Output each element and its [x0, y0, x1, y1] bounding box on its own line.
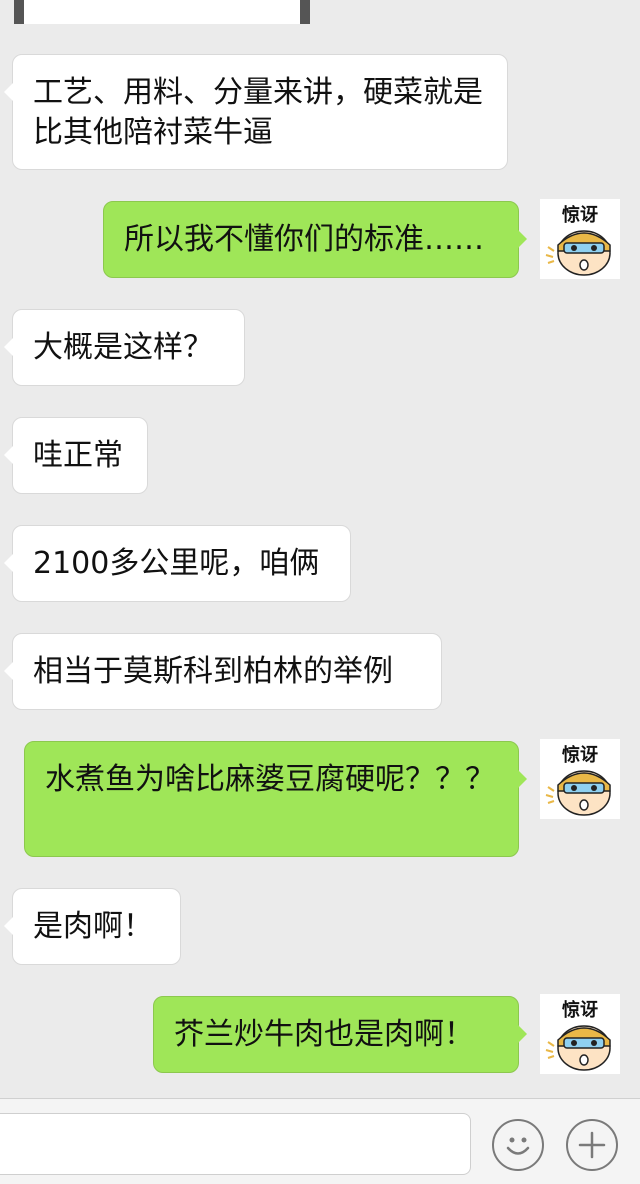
emoji-face-icon [506, 1137, 530, 1155]
avatar-caption: 惊讶 [562, 205, 598, 226]
user-avatar[interactable]: 惊讶 [540, 994, 620, 1074]
message-text: 是肉啊！ [33, 908, 153, 944]
emoji-button[interactable] [492, 1119, 544, 1171]
user-avatar[interactable]: 惊讶 [540, 199, 620, 279]
avatar-caption: 惊讶 [562, 745, 598, 766]
message-bubble-received[interactable]: 是肉啊！ [4, 888, 181, 965]
message-text: 哇正常 [33, 437, 123, 473]
input-bar [0, 1098, 640, 1184]
message-text: 大概是这样？ [33, 329, 213, 365]
add-button[interactable] [566, 1119, 618, 1171]
message-bubble-sent[interactable]: 芥兰炒牛肉也是肉啊！ [153, 996, 527, 1073]
message-text: 所以我不懂你们的标准…… [124, 221, 484, 257]
message-bubble-sent[interactable]: 水煮鱼为啥比麻婆豆腐硬呢？？？ [24, 741, 527, 857]
message-input[interactable] [0, 1113, 471, 1175]
message-bubble-received[interactable]: 大概是这样？ [4, 309, 245, 386]
cropped-image-message[interactable] [14, 0, 310, 24]
avatar-caption: 惊讶 [562, 1000, 598, 1021]
message-text: 芥兰炒牛肉也是肉啊！ [174, 1016, 474, 1052]
message-bubble-received[interactable]: 相当于莫斯科到柏林的举例 [4, 633, 442, 710]
message-text: 工艺、用料、分量来讲，硬菜就是比其他陪衬菜牛逼 [33, 75, 483, 150]
message-text: 相当于莫斯科到柏林的举例 [33, 653, 393, 689]
message-text: 2100多公里呢，咱俩 [33, 545, 320, 581]
message-text: 水煮鱼为啥比麻婆豆腐硬呢？？？ [45, 762, 495, 797]
message-bubble-received[interactable]: 工艺、用料、分量来讲，硬菜就是比其他陪衬菜牛逼 [4, 54, 508, 170]
plus-icon [578, 1131, 606, 1159]
user-avatar[interactable]: 惊讶 [540, 739, 620, 819]
message-bubble-received[interactable]: 2100多公里呢，咱俩 [4, 525, 351, 602]
message-bubble-sent[interactable]: 所以我不懂你们的标准…… [103, 201, 527, 278]
message-bubble-received[interactable]: 哇正常 [4, 417, 148, 494]
